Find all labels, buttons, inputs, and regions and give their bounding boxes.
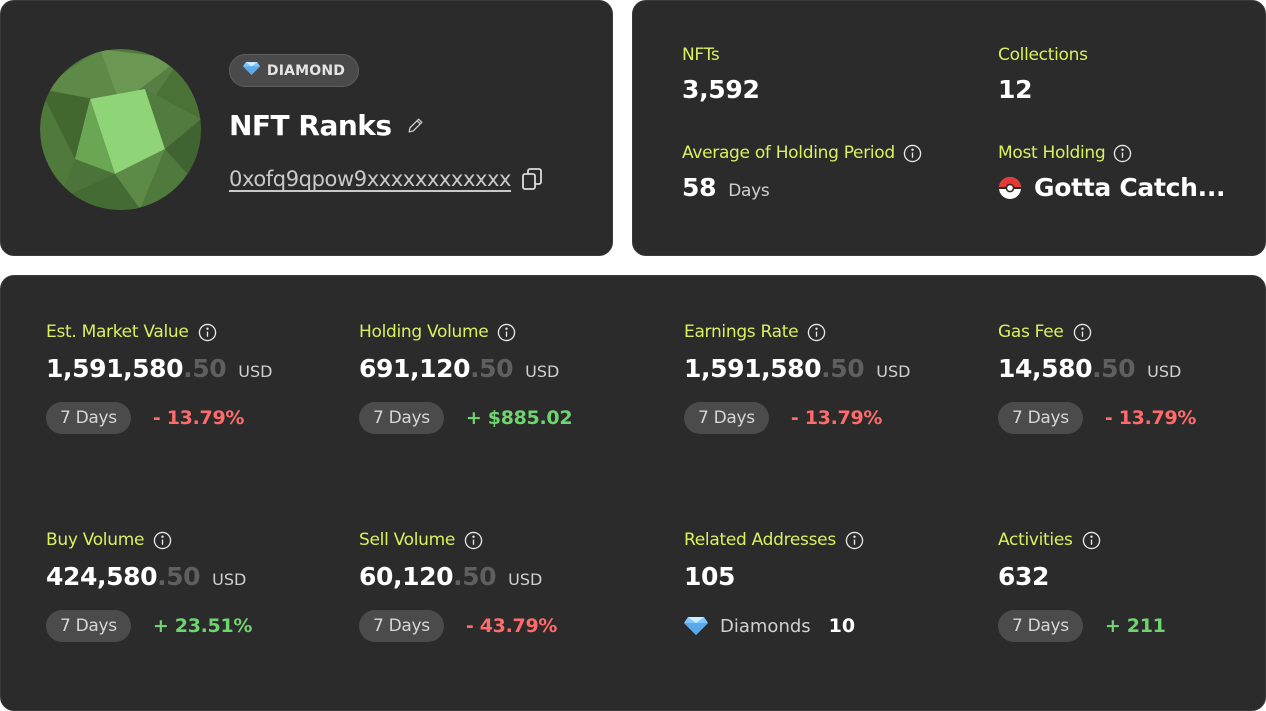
stat-label: Earnings Rate bbox=[684, 322, 799, 342]
collections-stat: Collections 12 bbox=[998, 45, 1088, 104]
stat-value-decimal: .50 bbox=[157, 562, 201, 591]
stat-unit: USD bbox=[238, 362, 273, 381]
period-selector[interactable]: 7 Days bbox=[684, 402, 769, 434]
info-icon[interactable] bbox=[845, 531, 864, 550]
diamond-icon bbox=[242, 62, 260, 79]
stat-value-int: 1,591,580 bbox=[684, 354, 822, 383]
period-selector[interactable]: 7 Days bbox=[998, 402, 1083, 434]
stat-value-int: 632 bbox=[998, 562, 1049, 591]
period-selector[interactable]: 7 Days bbox=[998, 610, 1083, 642]
info-icon[interactable] bbox=[1073, 323, 1092, 342]
change-value: + 23.51% bbox=[152, 615, 253, 637]
profile-name-row: NFT Ranks bbox=[229, 109, 425, 142]
holding-period-unit: Days bbox=[728, 181, 770, 201]
period-selector[interactable]: 7 Days bbox=[46, 402, 131, 434]
profile-card: DIAMOND NFT Ranks 0xofq9qpow9xxxxxxxxxxx… bbox=[0, 0, 613, 256]
change-value: + $885.02 bbox=[465, 407, 573, 429]
stat-unit: USD bbox=[508, 570, 543, 589]
diamonds-count: 10 bbox=[828, 615, 856, 637]
nfts-label: NFTs bbox=[682, 45, 720, 65]
tier-label: DIAMOND bbox=[266, 62, 346, 79]
stat-unit: USD bbox=[1147, 362, 1182, 381]
info-icon[interactable] bbox=[1082, 531, 1101, 550]
stat-value-int: 691,120 bbox=[359, 354, 471, 383]
stat-unit: USD bbox=[876, 362, 911, 381]
collections-label: Collections bbox=[998, 45, 1088, 65]
info-icon[interactable] bbox=[903, 144, 922, 163]
stats-card: Est. Market Value 1,591,580.50 USD 7 Days… bbox=[0, 275, 1266, 711]
address-row: 0xofq9qpow9xxxxxxxxxxxx bbox=[229, 167, 543, 191]
diamonds-label: Diamonds bbox=[720, 615, 811, 637]
stat-activities: Activities 632 7 Days + 211 bbox=[998, 530, 1166, 642]
nfts-value: 3,592 bbox=[682, 75, 760, 104]
holding-period-stat: Average of Holding Period 58 Days bbox=[682, 143, 922, 202]
change-value: + 211 bbox=[1104, 615, 1166, 637]
most-holding-value: Gotta Catch... bbox=[1034, 173, 1226, 202]
stat-label: Activities bbox=[998, 530, 1073, 550]
info-icon[interactable] bbox=[153, 531, 172, 550]
holding-period-label: Average of Holding Period bbox=[682, 143, 895, 163]
change-value: - 13.79% bbox=[790, 407, 883, 429]
change-value: - 13.79% bbox=[152, 407, 245, 429]
info-icon[interactable] bbox=[1113, 144, 1132, 163]
change-value: - 13.79% bbox=[1104, 407, 1197, 429]
most-holding-label: Most Holding bbox=[998, 143, 1106, 163]
info-icon[interactable] bbox=[497, 323, 516, 342]
copy-icon[interactable] bbox=[521, 167, 543, 191]
change-value: - 43.79% bbox=[465, 615, 558, 637]
collections-value: 12 bbox=[998, 75, 1033, 104]
stat-label: Gas Fee bbox=[998, 322, 1064, 342]
stat-value-int: 424,580 bbox=[46, 562, 158, 591]
info-icon[interactable] bbox=[464, 531, 483, 550]
stat-value-int: 60,120 bbox=[359, 562, 454, 591]
stat-label: Sell Volume bbox=[359, 530, 456, 550]
stat-value-decimal: .50 bbox=[183, 354, 227, 383]
profile-name: NFT Ranks bbox=[229, 109, 392, 142]
info-icon[interactable] bbox=[807, 323, 826, 342]
stat-value-int: 105 bbox=[684, 562, 735, 591]
most-holding-link[interactable]: Gotta Catch... bbox=[998, 173, 1226, 202]
stat-est-market-value: Est. Market Value 1,591,580.50 USD 7 Days… bbox=[46, 322, 272, 434]
tier-badge: DIAMOND bbox=[229, 54, 359, 87]
edit-pencil-icon[interactable] bbox=[406, 116, 425, 135]
diamonds-count-row: Diamonds 10 bbox=[684, 610, 855, 642]
stat-value-int: 14,580 bbox=[998, 354, 1093, 383]
pokeball-icon bbox=[998, 176, 1022, 200]
stat-value-decimal: .50 bbox=[470, 354, 514, 383]
stat-earnings-rate: Earnings Rate 1,591,580.50 USD 7 Days - 1… bbox=[684, 322, 910, 434]
stat-value-decimal: .50 bbox=[1092, 354, 1136, 383]
stat-unit: USD bbox=[212, 570, 247, 589]
stat-gas-fee: Gas Fee 14,580.50 USD 7 Days - 13.79% bbox=[998, 322, 1196, 434]
stat-label: Holding Volume bbox=[359, 322, 489, 342]
stat-label: Est. Market Value bbox=[46, 322, 189, 342]
wallet-address-link[interactable]: 0xofq9qpow9xxxxxxxxxxxx bbox=[229, 167, 511, 191]
profile-avatar[interactable] bbox=[40, 49, 201, 210]
most-holding-stat: Most Holding Gotta Catch... bbox=[998, 143, 1226, 202]
stat-holding-volume: Holding Volume 691,120.50 USD 7 Days + $8… bbox=[359, 322, 573, 434]
stat-value-int: 1,591,580 bbox=[46, 354, 184, 383]
stat-value-decimal: .50 bbox=[821, 354, 865, 383]
stat-label: Buy Volume bbox=[46, 530, 145, 550]
stat-value-decimal: .50 bbox=[453, 562, 497, 591]
period-selector[interactable]: 7 Days bbox=[359, 402, 444, 434]
diamond-icon bbox=[684, 617, 708, 635]
period-selector[interactable]: 7 Days bbox=[46, 610, 131, 642]
period-selector[interactable]: 7 Days bbox=[359, 610, 444, 642]
nfts-stat: NFTs 3,592 bbox=[682, 45, 760, 104]
stat-unit: USD bbox=[525, 362, 560, 381]
info-icon[interactable] bbox=[198, 323, 217, 342]
holding-period-value: 58 bbox=[682, 173, 717, 202]
stat-label: Related Addresses bbox=[684, 530, 836, 550]
stat-sell-volume: Sell Volume 60,120.50 USD 7 Days - 43.79% bbox=[359, 530, 557, 642]
stat-buy-volume: Buy Volume 424,580.50 USD 7 Days + 23.51% bbox=[46, 530, 252, 642]
avatar-image bbox=[40, 49, 201, 210]
summary-card: NFTs 3,592 Collections 12 Average of Hol… bbox=[632, 0, 1266, 256]
stat-related-addresses: Related Addresses 105 Diamonds 10 bbox=[684, 530, 864, 642]
